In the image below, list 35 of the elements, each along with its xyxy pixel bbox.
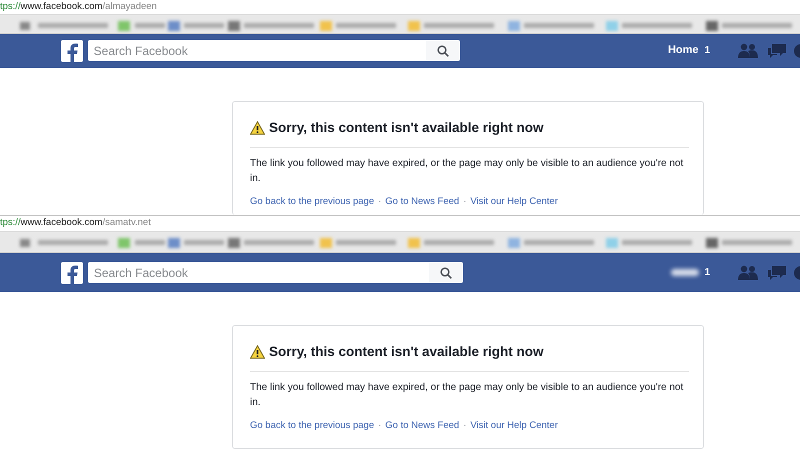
warning-icon <box>250 345 265 360</box>
help-link[interactable]: Go to News Feed <box>385 194 460 209</box>
warning-icon <box>250 120 265 135</box>
blurred-home-label <box>670 269 698 276</box>
facebook-logo <box>61 40 83 62</box>
help-link[interactable]: Go back to the previous page <box>250 419 374 434</box>
address-bar[interactable]: tps://www.facebook.com/almayadeen <box>0 0 800 16</box>
search-button[interactable] <box>428 262 462 283</box>
messages-icon[interactable] <box>767 42 788 59</box>
help-link[interactable]: Go back to the previous page <box>250 194 374 209</box>
search-icon <box>436 44 449 57</box>
search-icon <box>440 266 452 278</box>
error-title: Sorry, this content isn't available right now <box>269 343 544 361</box>
notification-count: 1 <box>704 44 710 58</box>
link-separator: · <box>378 194 382 209</box>
search-field[interactable]: Search Facebook <box>88 262 428 283</box>
friends-icon[interactable] <box>738 42 758 59</box>
search-button[interactable] <box>426 40 460 62</box>
home-link[interactable]: Home <box>668 42 699 59</box>
error-message: The link you followed may have expired, or the page may only be visible to an audience you're not in. <box>250 156 684 186</box>
help-link[interactable]: Visit our Help Center <box>470 194 558 209</box>
error-message: The link you followed may have expired, or the page may only be visible to an audience you're not in. <box>250 381 684 410</box>
help-link[interactable]: Go to News Feed <box>385 419 460 434</box>
messages-icon[interactable] <box>767 264 788 280</box>
friends-icon[interactable] <box>738 264 758 280</box>
notification-count: 1 <box>704 266 710 280</box>
address-bar[interactable]: tps://www.facebook.com/samatv.net <box>0 216 800 232</box>
link-separator: · <box>463 194 466 209</box>
link-separator: · <box>463 419 466 434</box>
facebook-logo <box>61 262 83 284</box>
home-link[interactable] <box>670 269 698 276</box>
help-link[interactable]: Visit our Help Center <box>470 419 558 434</box>
error-title: Sorry, this content isn't available right now <box>269 118 544 137</box>
search-field[interactable]: Search Facebook <box>88 40 426 62</box>
link-separator: · <box>378 419 382 434</box>
